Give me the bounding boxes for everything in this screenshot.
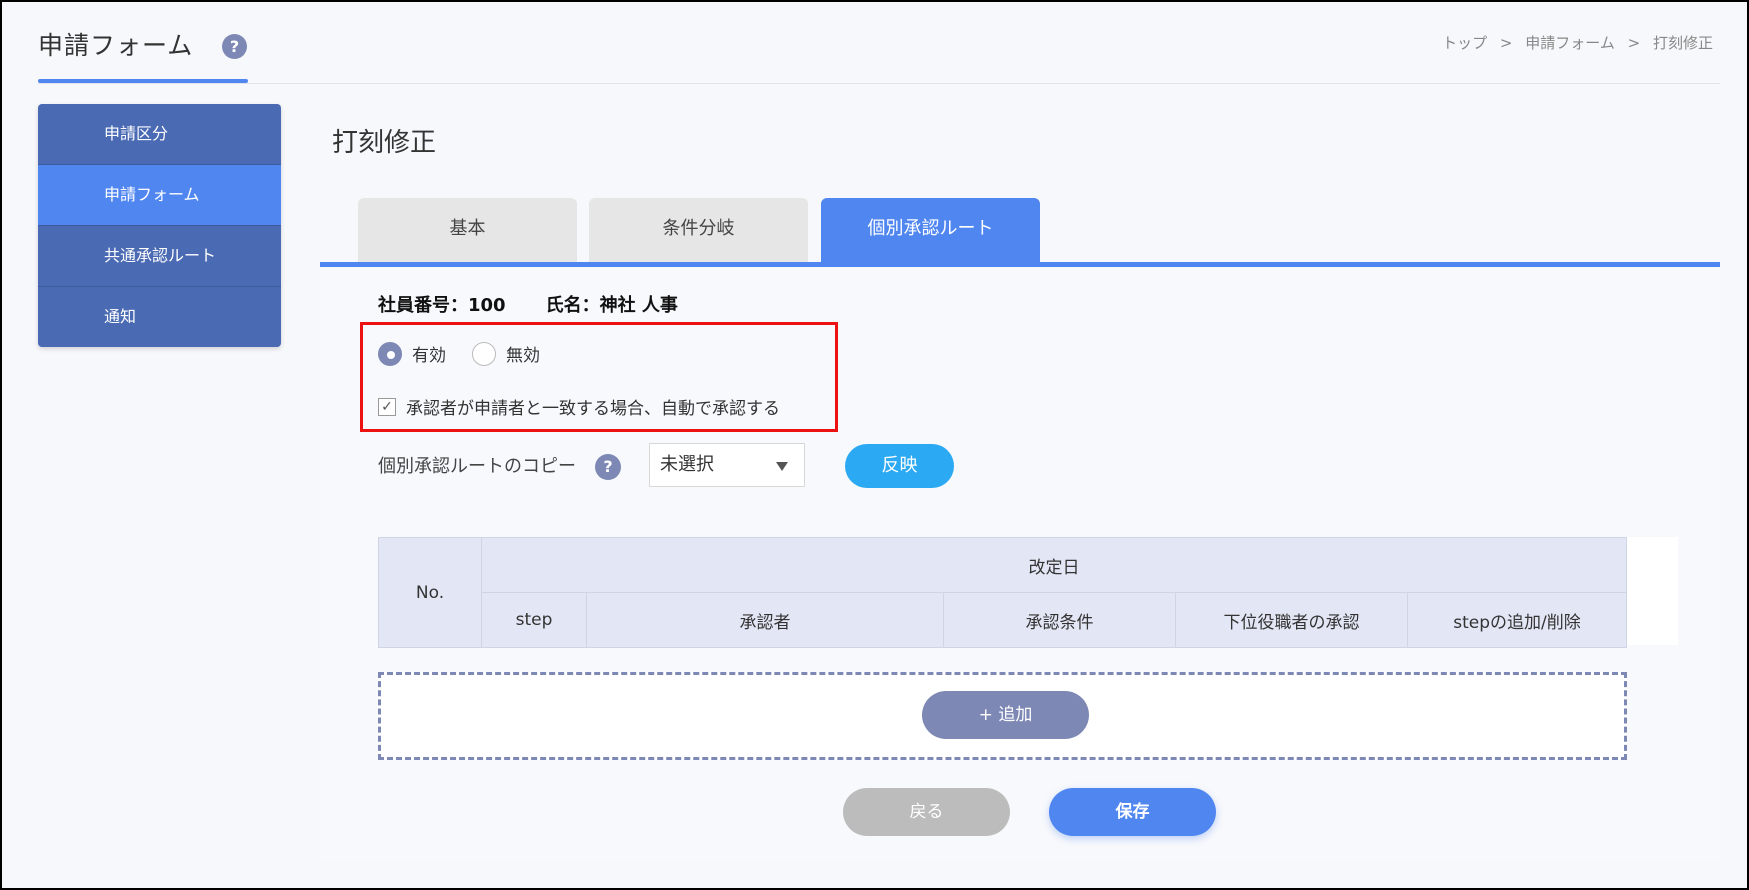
employee-number: 社員番号：100	[378, 295, 506, 316]
add-button[interactable]: + 追加	[922, 691, 1089, 739]
save-button[interactable]: 保存	[1049, 788, 1216, 836]
app-title: 申請フォーム	[38, 31, 194, 60]
copy-route-select[interactable]: 未選択	[649, 443, 805, 487]
employee-name: 氏名：神社 人事	[545, 295, 678, 316]
copy-route-label: 個別承認ルートのコピー	[378, 456, 576, 477]
auto-approve-label: 承認者が申請者と一致する場合、自動で承認する	[406, 399, 780, 419]
radio-enabled[interactable]	[378, 341, 402, 366]
breadcrumb: トップ > 申請フォーム > 打刻修正	[1438, 32, 1717, 53]
col-subordinate-approval: 下位役職者の承認	[1175, 592, 1408, 648]
auto-approve-checkbox[interactable]: ✓	[378, 397, 396, 416]
route-table: No. 改定日 step 承認者 承認条件 下位役職者の承認 stepの追加/削…	[378, 537, 1627, 648]
radio-enabled-label: 有効	[412, 346, 446, 366]
breadcrumb-separator: >	[1627, 34, 1641, 52]
back-button[interactable]: 戻る	[843, 788, 1010, 836]
sidebar-item-category[interactable]: 申請区分	[38, 104, 281, 165]
help-icon[interactable]: ?	[222, 34, 247, 59]
col-step: step	[481, 592, 587, 648]
sidebar: 申請区分 申請フォーム 共通承認ルート 通知	[38, 104, 281, 347]
tab-basic[interactable]: 基本	[358, 198, 577, 264]
sidebar-item-common-route[interactable]: 共通承認ルート	[38, 226, 281, 287]
col-no: No.	[378, 537, 482, 648]
breadcrumb-current: 打刻修正	[1652, 34, 1713, 52]
col-step-add-remove: stepの追加/削除	[1407, 592, 1627, 648]
header-divider	[38, 83, 1720, 84]
app-window: 申請フォーム ? トップ > 申請フォーム > 打刻修正 申請区分 申請フォーム…	[0, 0, 1749, 890]
chevron-down-icon	[776, 462, 788, 471]
sidebar-item-form[interactable]: 申請フォーム	[38, 165, 281, 226]
col-revision-date: 改定日	[481, 537, 1627, 593]
apply-button[interactable]: 反映	[845, 444, 954, 488]
sidebar-item-notification[interactable]: 通知	[38, 287, 281, 347]
tab-individual-route[interactable]: 個別承認ルート	[821, 198, 1040, 264]
tab-conditional[interactable]: 条件分岐	[589, 198, 808, 264]
add-step-area: + 追加	[378, 672, 1627, 760]
route-table-container: No. 改定日 step 承認者 承認条件 下位役職者の承認 stepの追加/削…	[378, 537, 1678, 648]
copy-route-select-value: 未選択	[660, 454, 714, 475]
radio-disabled-label: 無効	[506, 346, 540, 366]
auto-approve-row: ✓ 承認者が申請者と一致する場合、自動で承認する	[378, 394, 780, 419]
breadcrumb-top[interactable]: トップ	[1442, 34, 1487, 52]
breadcrumb-form[interactable]: 申請フォーム	[1525, 34, 1615, 52]
page-title: 打刻修正	[332, 128, 437, 158]
help-icon[interactable]: ?	[595, 454, 621, 480]
col-approval-condition: 承認条件	[943, 592, 1176, 648]
status-radio-group: 有効 無効	[378, 341, 566, 366]
employee-info: 社員番号：100 氏名：神社 人事	[378, 291, 678, 317]
radio-disabled[interactable]	[472, 341, 496, 366]
col-approver: 承認者	[586, 592, 944, 648]
breadcrumb-separator: >	[1499, 34, 1513, 52]
